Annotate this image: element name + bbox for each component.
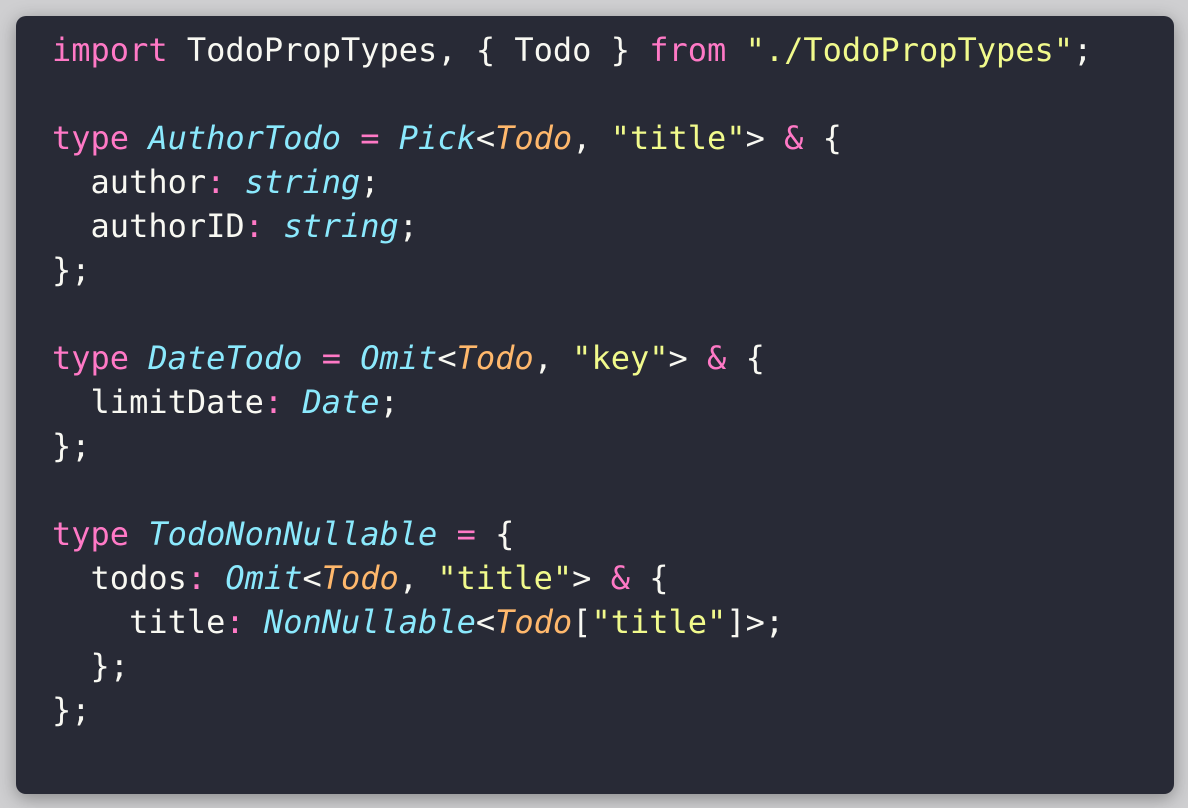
code-token: "title" [437,559,573,597]
code-line: limitDate: Date; [52,380,1092,424]
code-line: }; [52,644,1092,688]
code-line: import TodoPropTypes, { Todo } from "./T… [52,28,1092,72]
code-line: title: NonNullable<Todo["title"]>; [52,600,1092,644]
code-token: from [649,31,727,69]
code-token: ; [379,383,399,421]
code-token: { [726,339,765,377]
code-token: string [283,207,399,245]
code-line: author: string; [52,160,1092,204]
code-line: }; [52,688,1092,732]
code-line: type TodoNonNullable = { [52,512,1092,556]
code-snippet-window: import TodoPropTypes, { Todo } from "./T… [16,16,1174,794]
code-line: authorID: string; [52,204,1092,248]
code-token: > [668,339,708,377]
code-token: Omit [225,559,303,597]
code-line: todos: Omit<Todo, "title"> & { [52,556,1092,600]
code-token: < [437,339,457,377]
code-line: }; [52,248,1092,292]
code-token: = [360,119,380,157]
code-line: type DateTodo = Omit<Todo, "key"> & { [52,336,1092,380]
code-token: todos [52,559,187,597]
code-token: }; [52,427,91,465]
code-token: > [745,119,785,157]
code-token: ; [1073,31,1093,69]
code-token: string [244,163,361,201]
code-token: type [52,119,130,157]
code-token: limitDate [52,383,264,421]
code-token: import [52,31,168,69]
code-token: Omit [360,339,438,377]
code-token: [ [572,603,592,641]
code-token: NonNullable [263,603,476,641]
code-line: type AuthorTodo = Pick<Todo, "title"> & … [52,116,1092,160]
code-token: }; [52,691,91,729]
code-token: "title" [610,119,746,157]
code-token: title [52,603,226,641]
code-token: ]>; [726,603,785,641]
code-token: < [475,119,496,157]
code-token: AuthorTodo [148,119,341,157]
code-token: type [52,515,130,553]
code-token: }; [52,647,130,685]
code-token: > [572,559,611,597]
code-token: { [803,119,842,157]
code-token: type [52,339,130,377]
code-token: ; [398,207,419,245]
code-token: = [321,339,341,377]
code-token: ; [360,163,380,201]
code-token: : [206,163,226,201]
code-token: TodoNonNullable [148,515,438,553]
code-line: }; [52,424,1092,468]
code-token: { [475,515,515,553]
code-token: authorID [52,207,245,245]
code-token: , [398,559,438,597]
code-token: }; [52,251,91,289]
code-token: , [572,119,611,157]
code-token: Date [302,383,380,421]
code-block: import TodoPropTypes, { Todo } from "./T… [52,28,1092,732]
code-token: : [225,603,245,641]
code-token: = [456,515,476,553]
code-token: , [533,339,573,377]
code-token: Todo [456,339,534,377]
code-token: < [475,603,496,641]
code-token: : [244,207,264,245]
code-token: Pick [398,119,476,157]
code-token: : [263,383,284,421]
code-token: TodoPropTypes, { Todo } [167,31,650,69]
code-token: "key" [572,339,669,377]
code-token: "./TodoPropTypes" [745,31,1074,69]
code-token: Todo [495,603,573,641]
code-token: "title" [591,603,727,641]
code-token: author [52,163,207,201]
code-token: { [629,559,669,597]
code-token: : [186,559,207,597]
code-token: DateTodo [148,339,303,377]
code-token: < [302,559,322,597]
code-token: & [610,559,630,597]
code-token: Todo [495,119,573,157]
code-token: Todo [321,559,399,597]
code-token: & [784,119,804,157]
code-token: & [707,339,727,377]
